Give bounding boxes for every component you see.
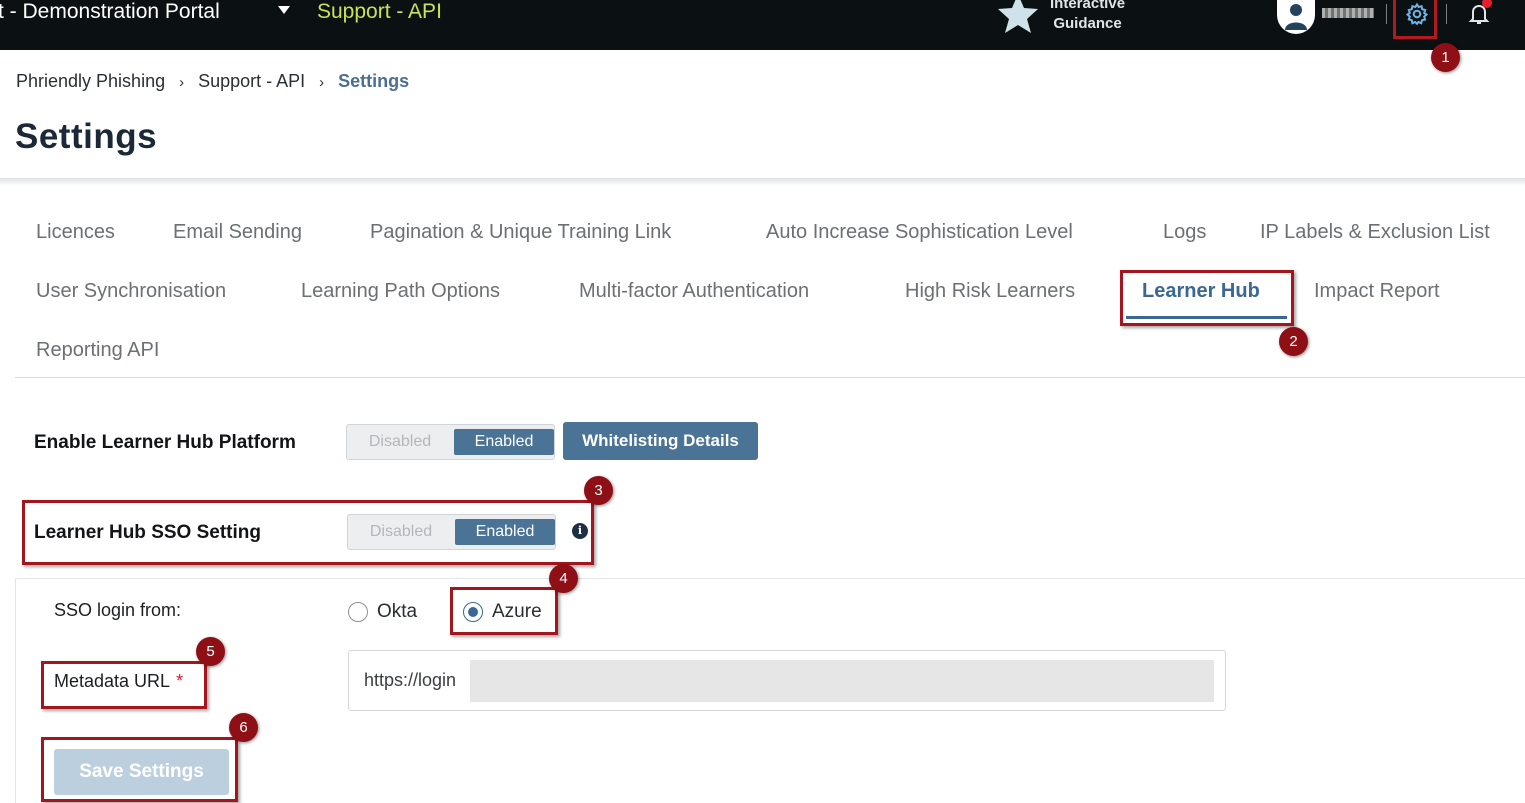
- callout-marker-1: 1: [1431, 43, 1460, 72]
- callout-box-metadata-url: [41, 661, 207, 709]
- redacted-url-mask: [470, 660, 1214, 702]
- guidance-line-1: Interactive: [1050, 0, 1126, 12]
- callout-box-sso-setting: [22, 500, 594, 565]
- divider: [1386, 4, 1387, 24]
- chevron-right-icon: ›: [179, 74, 185, 91]
- tab-licences[interactable]: Licences: [36, 220, 115, 244]
- tab-email-sending[interactable]: Email Sending: [173, 220, 302, 244]
- divider: [1446, 4, 1447, 24]
- tab-reporting-api[interactable]: Reporting API: [36, 338, 159, 362]
- tab-ip-labels-exclusion-list[interactable]: IP Labels & Exclusion List: [1260, 220, 1490, 244]
- metadata-url-value[interactable]: https://login: [364, 670, 456, 691]
- guidance-line-2: Guidance: [1053, 15, 1122, 32]
- tab-user-synchronisation[interactable]: User Synchronisation: [36, 279, 226, 303]
- sso-login-from-label: SSO login from:: [54, 600, 182, 620]
- callout-marker-5: 5: [196, 637, 225, 666]
- tab-multi-factor-authentication[interactable]: Multi-factor Authentication: [579, 279, 809, 303]
- radio-okta-label[interactable]: Okta: [377, 601, 417, 623]
- toggle-option-enabled[interactable]: Enabled: [454, 429, 554, 455]
- chevron-right-icon: ›: [319, 74, 325, 91]
- page-title: Settings: [15, 117, 158, 156]
- callout-marker-3: 3: [584, 476, 613, 505]
- callout-marker-2: 2: [1279, 327, 1308, 356]
- toggle-option-disabled[interactable]: Disabled: [347, 425, 453, 459]
- whitelisting-details-button[interactable]: Whitelisting Details: [563, 422, 758, 460]
- portal-name[interactable]: t - Demonstration Portal: [0, 0, 220, 24]
- top-navigation-bar: t - Demonstration Portal Support - API I…: [0, 0, 1525, 50]
- breadcrumb-item-support-api[interactable]: Support - API: [198, 71, 305, 91]
- product-name[interactable]: Support - API: [317, 0, 442, 24]
- breadcrumb-item-settings: Settings: [338, 71, 410, 91]
- callout-marker-6: 6: [229, 713, 258, 742]
- username-redacted[interactable]: [1322, 8, 1374, 18]
- radio-okta[interactable]: [348, 602, 368, 622]
- gear-icon: [1405, 2, 1429, 26]
- breadcrumb-item-phriendly-phishing[interactable]: Phriendly Phishing: [16, 71, 165, 91]
- tab-impact-report[interactable]: Impact Report: [1314, 279, 1440, 303]
- tab-auto-increase-sophistication-level[interactable]: Auto Increase Sophistication Level: [766, 220, 1073, 244]
- learner-hub-platform-toggle[interactable]: Disabled Enabled: [346, 424, 555, 460]
- callout-box-azure: [450, 587, 558, 635]
- header-divider: [0, 178, 1525, 186]
- tab-pagination-unique-training-link[interactable]: Pagination & Unique Training Link: [370, 220, 671, 244]
- user-avatar-icon[interactable]: [1277, 0, 1315, 34]
- callout-box-learner-hub-tab: [1120, 270, 1294, 326]
- tab-high-risk-learners[interactable]: High Risk Learners: [905, 279, 1075, 303]
- settings-gear-button[interactable]: [1393, 0, 1437, 39]
- breadcrumb: Phriendly Phishing › Support - API › Setting…: [16, 71, 409, 92]
- callout-marker-4: 4: [549, 564, 578, 593]
- tabs-divider: [15, 377, 1525, 378]
- tab-learning-path-options[interactable]: Learning Path Options: [301, 279, 500, 303]
- enable-learner-hub-platform-label: Enable Learner Hub Platform: [34, 432, 296, 453]
- interactive-guidance-link[interactable]: Interactive Guidance: [1050, 0, 1125, 34]
- tab-logs[interactable]: Logs: [1163, 220, 1206, 244]
- star-icon[interactable]: [996, 0, 1040, 39]
- chevron-down-icon[interactable]: [278, 6, 290, 14]
- callout-box-save-settings: [41, 737, 238, 802]
- metadata-url-input[interactable]: https://login: [348, 650, 1226, 711]
